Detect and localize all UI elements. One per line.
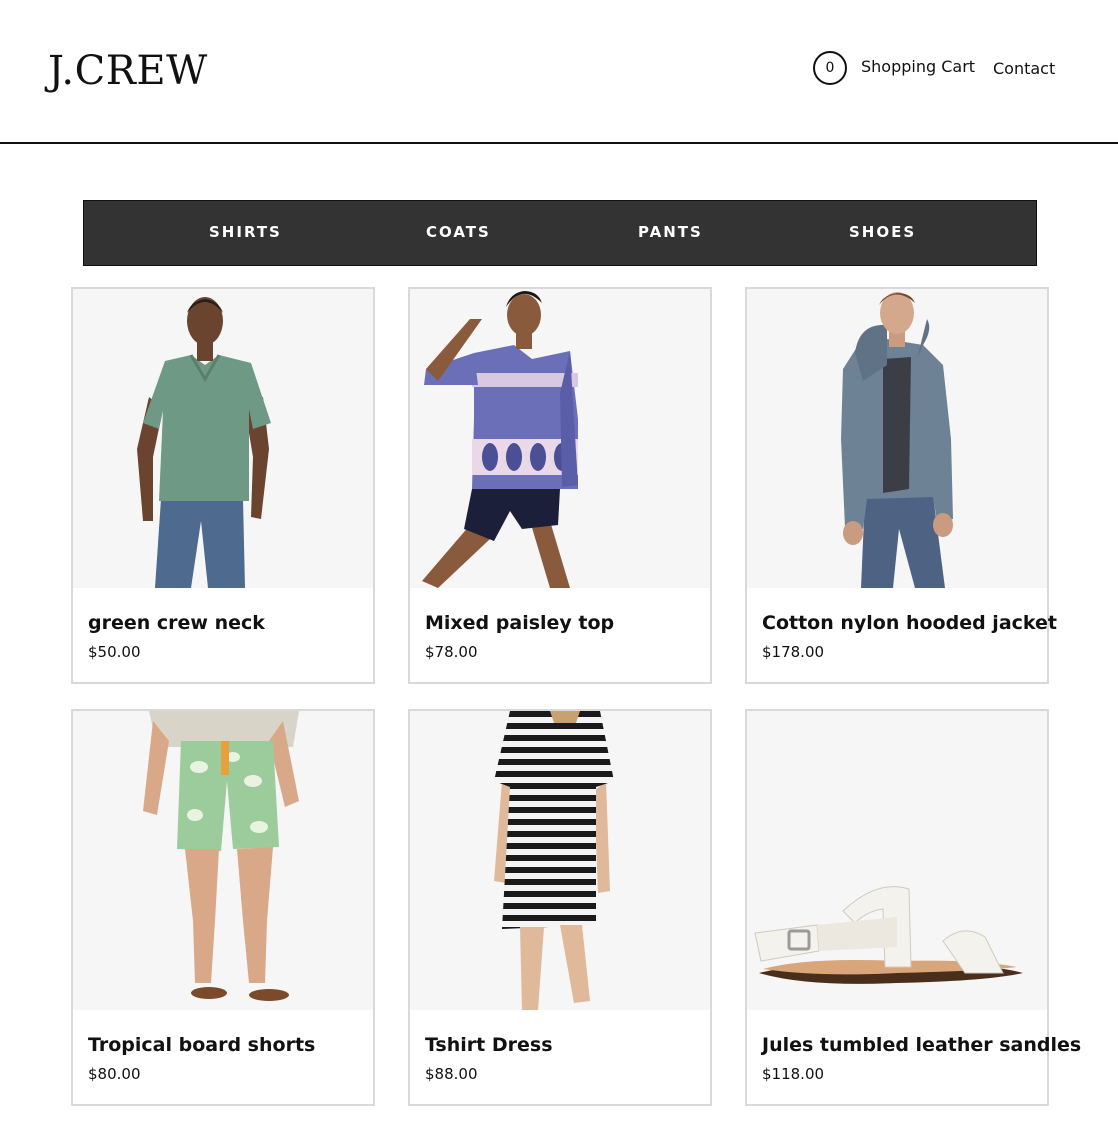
product-price: $178.00 bbox=[762, 643, 825, 661]
product-price: $118.00 bbox=[762, 1065, 825, 1083]
product-price: $78.00 bbox=[425, 643, 478, 661]
product-card[interactable]: Tshirt Dress $88.00 bbox=[408, 709, 712, 1106]
product-name[interactable]: green crew neck bbox=[88, 612, 265, 634]
product-card[interactable]: green crew neck $50.00 bbox=[71, 287, 375, 684]
product-name[interactable]: Jules tumbled leather sandles bbox=[762, 1034, 1081, 1056]
man-hooded-jacket-photo[interactable] bbox=[747, 289, 1047, 588]
product-card[interactable]: Jules tumbled leather sandles $118.00 bbox=[745, 709, 1081, 1106]
product-name[interactable]: Tshirt Dress bbox=[425, 1034, 553, 1056]
nav-item-pants[interactable]: PANTS bbox=[638, 223, 703, 241]
product-price: $88.00 bbox=[425, 1065, 478, 1083]
product-name[interactable]: Cotton nylon hooded jacket bbox=[762, 612, 1057, 634]
product-name[interactable]: Mixed paisley top bbox=[425, 612, 614, 634]
striped-tshirt-dress-photo[interactable] bbox=[410, 711, 710, 1010]
product-price: $80.00 bbox=[88, 1065, 141, 1083]
contact-link[interactable]: Contact bbox=[993, 59, 1055, 78]
brand-logo[interactable]: J.CREW bbox=[48, 48, 208, 94]
nav-item-coats[interactable]: COATS bbox=[426, 223, 491, 241]
white-leather-sandal-photo[interactable] bbox=[747, 711, 1047, 1010]
product-card[interactable]: Cotton nylon hooded jacket $178.00 bbox=[745, 287, 1057, 684]
man-green-tshirt-photo[interactable] bbox=[73, 289, 373, 588]
product-name[interactable]: Tropical board shorts bbox=[88, 1034, 315, 1056]
product-card[interactable]: Mixed paisley top $78.00 bbox=[408, 287, 712, 684]
woman-paisley-top-photo[interactable] bbox=[410, 289, 710, 588]
site-header: J.CREW 0 Shopping Cart Contact bbox=[0, 0, 1118, 144]
product-price: $50.00 bbox=[88, 643, 141, 661]
nav-item-shirts[interactable]: SHIRTS bbox=[209, 223, 282, 241]
category-nav: SHIRTS COATS PANTS SHOES bbox=[83, 200, 1037, 266]
cart-count-badge: 0 bbox=[813, 51, 847, 85]
product-card[interactable]: Tropical board shorts $80.00 bbox=[71, 709, 375, 1106]
cart-label: Shopping Cart bbox=[861, 56, 976, 76]
nav-item-shoes[interactable]: SHOES bbox=[849, 223, 916, 241]
floral-board-shorts-photo[interactable] bbox=[73, 711, 373, 1010]
shopping-cart-link[interactable]: 0 Shopping Cart bbox=[813, 51, 975, 85]
